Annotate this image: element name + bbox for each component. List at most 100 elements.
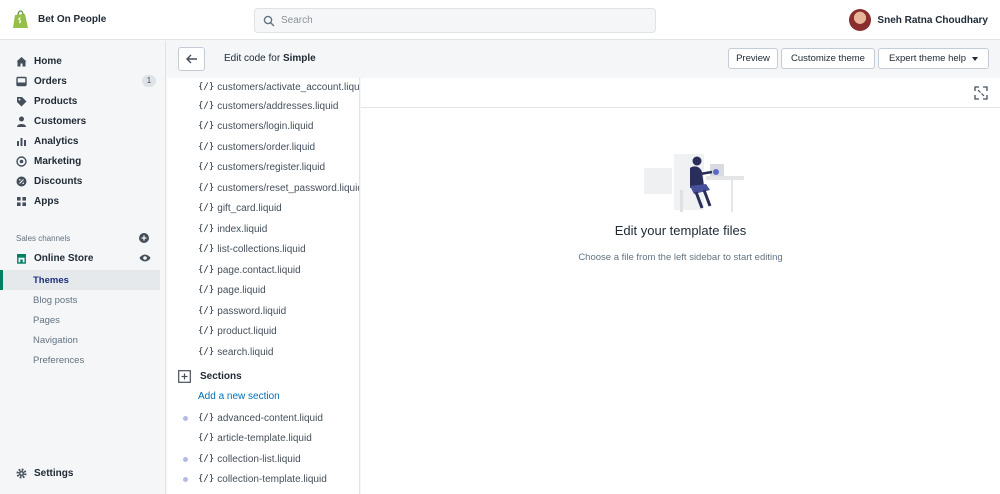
file-item[interactable]: {/} search.liquid [167,343,359,361]
file-item[interactable]: {/} gift_card.liquid [167,199,359,217]
liquid-file-icon: {/} [198,454,215,464]
gear-icon [16,468,27,478]
search-icon [263,15,275,26]
file-item[interactable]: {/} customers/order.liquid [167,138,359,156]
tag-icon [17,96,27,106]
file-name: article-template.liquid [217,432,312,444]
search-placeholder: Search [281,15,313,26]
file-item[interactable]: {/} page.contact.liquid [167,261,359,279]
liquid-file-icon: {/} [198,474,215,484]
back-button[interactable] [178,47,205,71]
sections-label: Sections [200,371,242,382]
nav-orders[interactable]: Orders 1 [0,72,166,90]
liquid-file-icon: {/} [198,244,215,254]
modified-dot-icon [183,477,188,482]
store-icon [17,253,26,264]
editor-header: Edit code for Simple Preview Customize t… [167,41,1000,78]
file-item[interactable]: {/} index.liquid [167,220,359,238]
file-item[interactable]: {/} customers/activate_account.liquid [167,78,359,96]
subnav-themes[interactable]: Themes [0,270,160,290]
shopify-bag-icon [13,10,28,28]
file-name: customers/order.liquid [217,141,316,153]
liquid-file-icon: {/} [198,433,215,443]
nav-marketing-label: Marketing [34,155,82,167]
file-name: search.liquid [217,346,274,358]
file-list: {/} customers/activate_account.liquid {/}… [167,78,360,494]
file-name: gift_card.liquid [217,202,282,214]
nav-apps[interactable]: Apps [0,192,166,210]
nav-customers[interactable]: Customers [0,112,166,130]
user-menu[interactable]: Sneh Ratna Choudhary [849,9,988,31]
nav-marketing[interactable]: Marketing [0,152,166,170]
file-name: page.contact.liquid [217,264,301,276]
file-item[interactable]: {/} customers/addresses.liquid [167,97,359,115]
liquid-file-icon: {/} [198,265,215,275]
subnav-preferences-label: Preferences [33,354,85,366]
file-item[interactable]: {/} customers/reset_password.liquid [167,179,360,197]
section-file-item[interactable]: {/} collection-template.liquid [167,470,359,488]
bar-chart-icon [17,137,26,146]
expert-theme-help-label: Expert theme help [888,53,967,64]
expert-theme-help-button[interactable]: Expert theme help [878,48,989,69]
nav-discounts[interactable]: Discounts [0,172,166,190]
customize-theme-button[interactable]: Customize theme [781,48,875,69]
file-item[interactable]: {/} customers/register.liquid [167,158,359,176]
person-icon [17,116,26,127]
liquid-file-icon: {/} [198,224,215,234]
file-name: collection-list.liquid [217,453,301,465]
sections-header[interactable]: Sections [178,370,242,383]
subnav-pages-label: Pages [33,314,60,326]
add-channel-icon[interactable] [139,233,149,243]
file-name: customers/register.liquid [217,161,326,173]
subnav-navigation[interactable]: Navigation [0,330,160,350]
section-file-item[interactable]: {/} article-template.liquid [167,429,359,447]
active-indicator [0,270,3,290]
liquid-file-icon: {/} [198,142,215,152]
liquid-file-icon: {/} [198,306,215,316]
expand-icon[interactable] [974,86,988,100]
nav-home[interactable]: Home [0,52,166,70]
file-name: list-collections.liquid [217,243,306,255]
modified-dot-icon [183,457,188,462]
nav-analytics[interactable]: Analytics [0,132,166,150]
section-file-item[interactable]: {/} collection-list.liquid [167,450,359,468]
file-name: collection-template.liquid [217,473,327,485]
search-input[interactable]: Search [254,8,656,33]
store-switcher[interactable]: Bet On People [0,10,255,29]
developer-illustration [644,154,744,212]
orders-count-badge: 1 [142,75,156,87]
store-name: Bet On People [38,14,107,25]
editor-title: Edit code for Simple [224,53,316,64]
nav-settings[interactable]: Settings [0,464,166,482]
file-name: customers/reset_password.liquid [217,182,360,194]
preview-button[interactable]: Preview [728,48,778,69]
subnav-preferences[interactable]: Preferences [0,350,160,370]
pane-toolbar [361,78,1000,108]
file-item[interactable]: {/} customers/login.liquid [167,117,359,135]
editor-pane: Edit your template files Choose a file f… [361,78,1000,494]
editor-title-prefix: Edit code for [224,53,281,64]
add-section-link[interactable]: Add a new section [198,391,280,402]
file-name: customers/login.liquid [217,120,314,132]
folder-icon [178,370,191,383]
target-icon [16,155,27,167]
apps-icon [17,196,26,206]
section-file-item[interactable]: {/} advanced-content.liquid [167,409,359,427]
sidebar: Home Orders 1 Products Customers Analyti… [0,41,166,494]
liquid-file-icon: {/} [198,162,215,172]
file-item[interactable]: {/} page.liquid [167,281,359,299]
nav-products[interactable]: Products [0,92,166,110]
file-item[interactable]: {/} list-collections.liquid [167,240,359,258]
user-name: Sneh Ratna Choudhary [877,14,988,26]
home-icon [16,56,27,66]
modified-dot-icon [183,416,188,421]
eye-icon[interactable] [139,253,151,263]
orders-icon [16,76,27,86]
file-item[interactable]: {/} product.liquid [167,322,359,340]
file-item[interactable]: {/} password.liquid [167,302,359,320]
subnav-blog-posts[interactable]: Blog posts [0,290,160,310]
liquid-file-icon: {/} [198,101,215,111]
subnav-pages[interactable]: Pages [0,310,160,330]
nav-orders-label: Orders [34,75,67,87]
subnav-blog-posts-label: Blog posts [33,294,78,306]
